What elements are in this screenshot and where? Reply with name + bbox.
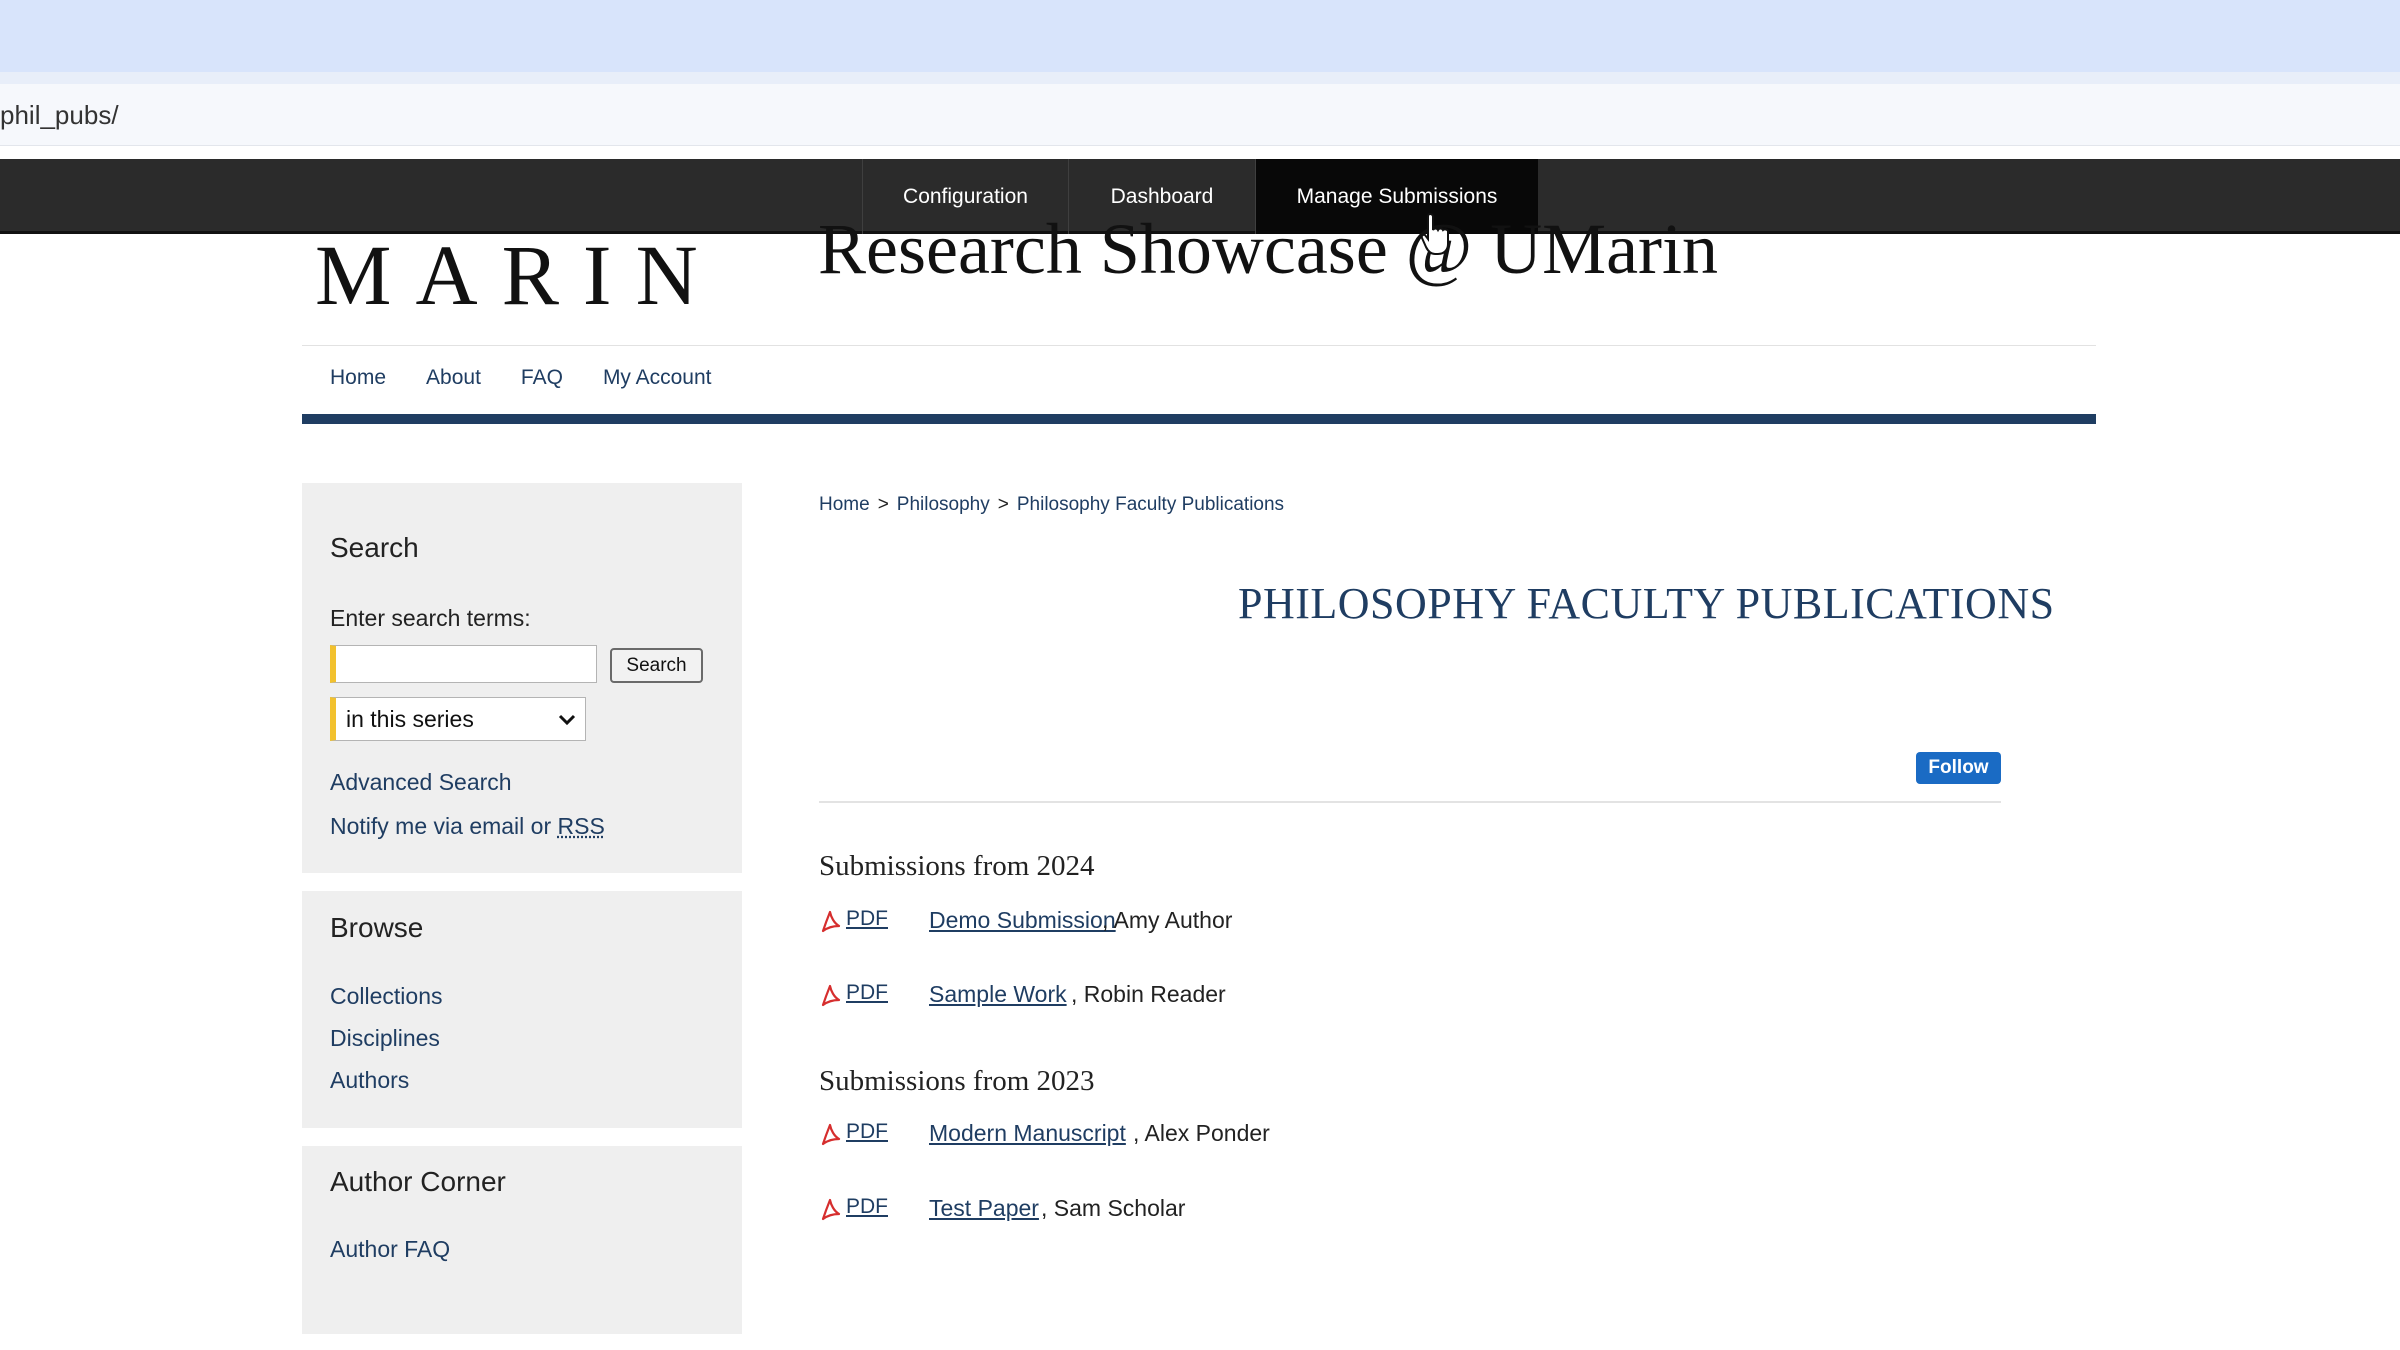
nav-home-link[interactable]: Home <box>330 366 386 390</box>
pdf-download-link[interactable]: PDF <box>846 1120 888 1144</box>
browse-collections-link[interactable]: Collections <box>330 983 443 1010</box>
publication-author: , Alex Ponder <box>1133 1120 1270 1146</box>
chevron-down-icon <box>558 714 576 726</box>
follow-button[interactable]: Follow <box>1916 752 2001 784</box>
nav-about-link[interactable]: About <box>426 366 481 390</box>
year-heading-2023: Submissions from 2023 <box>819 1065 1095 1097</box>
address-bar-url[interactable]: phil_pubs/ <box>0 100 119 131</box>
search-scope-select[interactable]: in this series <box>330 697 586 741</box>
search-button[interactable]: Search <box>610 648 703 683</box>
breadcrumb-home-link[interactable]: Home <box>819 494 870 515</box>
sidebar-author-corner-panel: Author Corner Author FAQ <box>302 1146 742 1334</box>
publication-title-text[interactable]: Modern Manuscript <box>929 1120 1126 1146</box>
breadcrumb-current-link[interactable]: Philosophy Faculty Publications <box>1017 494 1284 515</box>
notify-line: Notify me via email or RSS <box>330 813 605 840</box>
breadcrumb-philosophy-link[interactable]: Philosophy <box>897 494 990 515</box>
publication-title-link[interactable]: Test Paper <box>929 1195 1039 1222</box>
search-input[interactable] <box>330 645 597 683</box>
nav-my-account-link[interactable]: My Account <box>603 366 712 390</box>
sidebar-browse-panel: Browse Collections Disciplines Authors <box>302 891 742 1128</box>
advanced-search-link[interactable]: Advanced Search <box>330 769 512 796</box>
breadcrumb-separator: > <box>997 494 1009 515</box>
browse-panel-title: Browse <box>330 912 424 943</box>
search-panel-title: Search <box>330 532 419 563</box>
address-bar[interactable] <box>0 84 2400 146</box>
publication-title-text[interactable]: Sample Work <box>929 981 1067 1007</box>
site-title[interactable]: Research Showcase @ UMarin <box>818 213 1718 285</box>
author-corner-title: Author Corner <box>330 1166 506 1197</box>
browser-toolbar-gap <box>0 72 2400 84</box>
browse-authors-link[interactable]: Authors <box>330 1067 409 1094</box>
site-logo[interactable]: MARIN <box>315 232 722 318</box>
page-title: PHILOSOPHY FACULTY PUBLICATIONS <box>1238 579 2055 628</box>
sidebar-search-panel: Search Enter search terms: Search in thi… <box>302 483 742 873</box>
publication-author: , Amy Author <box>1102 907 1233 933</box>
publication-author: , Robin Reader <box>1071 981 1226 1007</box>
publication-title-link[interactable]: Sample Work <box>929 981 1067 1008</box>
main-nav: Home About FAQ My Account <box>330 366 752 390</box>
hand-pointer-cursor-icon <box>1421 212 1449 255</box>
search-scope-value: in this series <box>346 705 474 732</box>
breadcrumb-separator: > <box>877 494 889 515</box>
publication-title-text[interactable]: Test Paper <box>929 1195 1039 1221</box>
browser-tab-strip <box>0 0 2400 72</box>
pdf-icon <box>821 984 841 1007</box>
content-divider <box>819 801 2001 803</box>
author-faq-link[interactable]: Author FAQ <box>330 1236 450 1263</box>
pdf-download-link[interactable]: PDF <box>846 1195 888 1219</box>
pdf-download-link[interactable]: PDF <box>846 981 888 1005</box>
search-prompt-label: Enter search terms: <box>330 605 531 631</box>
pdf-download-link[interactable]: PDF <box>846 907 888 931</box>
rss-link[interactable]: RSS <box>558 813 605 839</box>
publication-title-text[interactable]: Demo Submission <box>929 907 1116 933</box>
publication-author: , Sam Scholar <box>1041 1195 1186 1221</box>
breadcrumb: Home > Philosophy > Philosophy Faculty Publi… <box>819 494 1284 516</box>
nav-faq-link[interactable]: FAQ <box>521 366 563 390</box>
publication-title-link[interactable]: Modern Manuscript <box>929 1120 1126 1147</box>
nav-rule <box>302 414 2096 424</box>
pdf-icon <box>821 1198 841 1221</box>
year-heading-2024: Submissions from 2024 <box>819 850 1095 882</box>
browse-disciplines-link[interactable]: Disciplines <box>330 1025 440 1052</box>
publication-title-link[interactable]: Demo Submission <box>929 907 1116 934</box>
pdf-icon <box>821 1123 841 1146</box>
notify-email-link[interactable]: Notify me via email or <box>330 813 558 839</box>
header-divider <box>302 345 2096 346</box>
pdf-icon <box>821 910 841 933</box>
